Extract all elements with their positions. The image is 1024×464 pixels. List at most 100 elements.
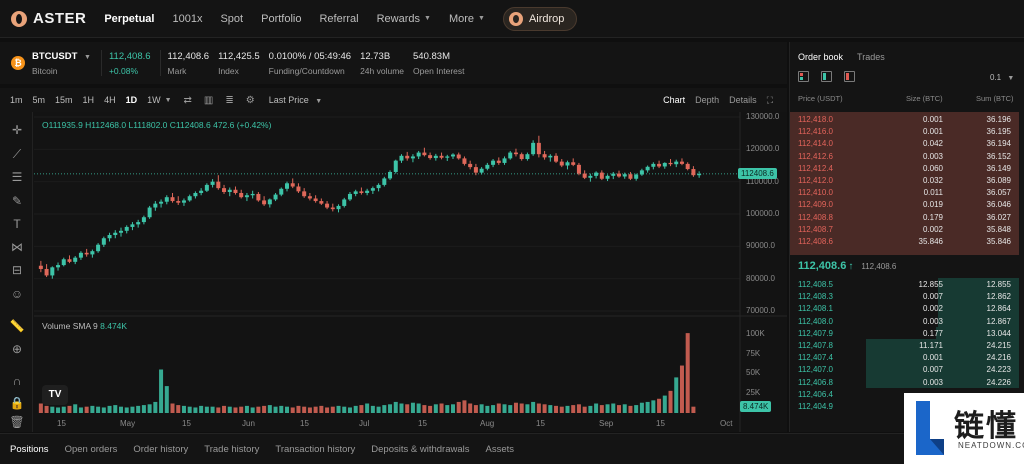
candle-body: [576, 164, 581, 174]
price-type-dropdown[interactable]: Last Price ▼: [269, 95, 322, 105]
trash-icon[interactable]: 🗑: [9, 414, 25, 430]
bid-row[interactable]: 112,408.0 0.003 12.867: [790, 316, 1024, 328]
volume-bar: [594, 403, 599, 413]
pattern-icon[interactable]: ⋈: [9, 239, 25, 255]
tab-order-history[interactable]: Order history: [133, 444, 188, 455]
fullscreen-icon[interactable]: ⛶: [767, 95, 773, 106]
price-chart[interactable]: [0, 112, 787, 432]
nav-portfolio[interactable]: Portfolio: [261, 13, 301, 25]
tab-chart[interactable]: Chart: [663, 95, 685, 105]
compare-icon[interactable]: ⇄: [184, 95, 192, 106]
emoji-icon[interactable]: ☺: [9, 286, 25, 302]
tab-deposits-withdrawals[interactable]: Deposits & withdrawals: [371, 444, 469, 455]
tab-depth[interactable]: Depth: [695, 95, 719, 105]
tab-open-orders[interactable]: Open orders: [65, 444, 118, 455]
volume-bar: [256, 406, 261, 413]
tradingview-logo[interactable]: TV: [42, 385, 68, 405]
symbol-selector[interactable]: BTCUSDT ▼ Bitcoin: [32, 51, 91, 76]
timeframe-1m[interactable]: 1m: [10, 95, 23, 105]
ask-row[interactable]: 112,408.7 0.002 35.848: [790, 224, 1024, 236]
brush-icon[interactable]: ✎: [9, 193, 25, 209]
volume-bar: [359, 405, 364, 413]
bid-row[interactable]: 112,407.0 0.007 24.223: [790, 364, 1024, 376]
zoom-in-icon[interactable]: ⊕: [9, 341, 25, 357]
ask-row[interactable]: 112,412.6 0.003 36.152: [790, 151, 1024, 163]
magnet-icon[interactable]: ∩: [9, 373, 25, 389]
nav-more[interactable]: More ▼: [449, 13, 485, 25]
timeframe-1h[interactable]: 1H: [83, 95, 95, 105]
airdrop-button[interactable]: Airdrop: [502, 6, 578, 31]
sum-cell: 35.846: [986, 237, 1011, 246]
nav-spot[interactable]: Spot: [220, 13, 243, 25]
candle-body: [130, 224, 135, 227]
candle-body: [674, 161, 679, 165]
nav-perpetual[interactable]: Perpetual: [104, 13, 154, 25]
asks-only-view-icon[interactable]: [844, 71, 855, 82]
tab-trade-history[interactable]: Trade history: [204, 444, 259, 455]
candle-body: [657, 163, 662, 167]
chevron-down-icon[interactable]: ▼: [165, 97, 172, 104]
tab-transaction-history[interactable]: Transaction history: [275, 444, 355, 455]
ask-row[interactable]: 112,412.4 0.060 36.149: [790, 163, 1024, 175]
lock-icon[interactable]: 🔒: [9, 395, 25, 411]
volume-bar: [61, 406, 66, 413]
both-sides-view-icon[interactable]: [798, 71, 809, 82]
bid-row[interactable]: 112,408.1 0.002 12.864: [790, 303, 1024, 315]
bid-row[interactable]: 112,408.3 0.007 12.862: [790, 291, 1024, 303]
tab-order-book[interactable]: Order book: [798, 52, 843, 62]
tab-assets[interactable]: Assets: [486, 444, 515, 455]
candle-type-icon[interactable]: ▥: [204, 95, 213, 106]
ask-row[interactable]: 112,412.0 0.032 36.089: [790, 175, 1024, 187]
timeframe-1w[interactable]: 1W: [147, 95, 161, 105]
tick-size-select[interactable]: 0.1 ▼: [990, 73, 1014, 82]
nav-rewards[interactable]: Rewards ▼: [377, 13, 431, 25]
tab-positions[interactable]: Positions: [10, 444, 49, 455]
ruler-icon[interactable]: 📏: [9, 318, 25, 334]
chart-area[interactable]: ✛ ⟋ ☰ ✎ T ⋈ ⊟ ☺ 📏 ⊕ ∩ 🔒 🗑 O111935.9 H112…: [0, 112, 787, 432]
trend-line-icon[interactable]: ⟋: [9, 146, 25, 162]
ask-row[interactable]: 112,414.0 0.042 36.194: [790, 138, 1024, 150]
timeframe-15m[interactable]: 15m: [55, 95, 73, 105]
ask-row[interactable]: 112,409.0 0.019 36.046: [790, 199, 1024, 211]
settings-icon[interactable]: ⚙: [246, 95, 255, 106]
bid-row[interactable]: 112,407.8 11.171 24.215: [790, 340, 1024, 352]
measure-range-icon[interactable]: ⊟: [9, 262, 25, 278]
horizontal-lines-icon[interactable]: ☰: [9, 169, 25, 185]
ask-row[interactable]: 112,408.8 0.179 36.027: [790, 212, 1024, 224]
bid-row[interactable]: 112,408.5 12.855 12.855: [790, 279, 1024, 291]
nav-referral[interactable]: Referral: [319, 13, 358, 25]
candle-body: [548, 155, 553, 158]
text-tool-icon[interactable]: T: [9, 216, 25, 232]
timeframe-1d[interactable]: 1D: [126, 95, 138, 105]
volume-bar: [513, 402, 518, 413]
timeframe-5m[interactable]: 5m: [33, 95, 46, 105]
tab-trades[interactable]: Trades: [857, 52, 885, 62]
crosshair-icon[interactable]: ✛: [9, 122, 25, 138]
ask-row[interactable]: 112,416.0 0.001 36.195: [790, 126, 1024, 138]
tab-details[interactable]: Details: [729, 95, 757, 105]
nav-label: Spot: [220, 12, 244, 25]
volume-bar: [559, 406, 564, 413]
candle-body: [222, 188, 227, 193]
ask-row[interactable]: 112,408.6 35.846 35.846: [790, 236, 1024, 248]
price-tick-label: 100000.0: [746, 209, 780, 218]
volume-bar: [107, 405, 112, 413]
bid-row[interactable]: 112,407.4 0.001 24.216: [790, 352, 1024, 364]
candle-body: [38, 265, 43, 269]
ask-row[interactable]: 112,418.0 0.001 36.196: [790, 114, 1024, 126]
size-cell: 0.003: [922, 377, 943, 387]
timeframe-4h[interactable]: 4H: [104, 95, 116, 105]
brand-logo[interactable]: ASTER: [11, 10, 86, 27]
volume-bar: [227, 406, 232, 413]
candle-body: [342, 199, 347, 206]
nav-1001x[interactable]: 1001x: [172, 13, 202, 25]
ask-row[interactable]: 112,410.0 0.011 36.057: [790, 187, 1024, 199]
volume-indicator-label: Volume SMA 9 8.474K: [42, 321, 128, 331]
bids-only-view-icon[interactable]: [821, 71, 832, 82]
sum-cell: 36.027: [986, 212, 1011, 222]
bid-row[interactable]: 112,406.8 0.003 24.226: [790, 377, 1024, 389]
indicators-icon[interactable]: ≣: [225, 95, 233, 106]
candle-body: [559, 161, 564, 166]
chevron-down-icon: ▼: [84, 53, 91, 61]
bid-row[interactable]: 112,407.9 0.177 13.044: [790, 328, 1024, 340]
